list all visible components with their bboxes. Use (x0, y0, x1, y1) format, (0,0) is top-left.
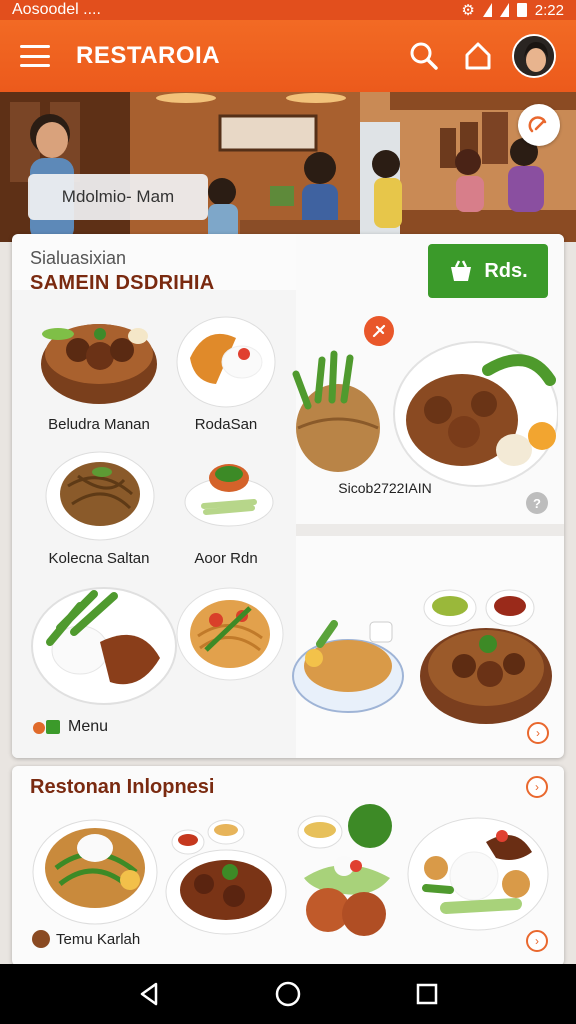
app-title: RESTAROIA (76, 42, 221, 69)
status-time: 2:22 (534, 1, 564, 19)
battery-icon (516, 3, 527, 17)
menu-link-label: Menu (68, 718, 109, 735)
dish-image-satay-plate (165, 819, 287, 935)
dish-image-salad-noodle (32, 819, 158, 925)
restaurant-card-title: Restonan Inlopnesi (30, 776, 215, 798)
system-nav-bar (0, 964, 576, 1024)
more-button[interactable]: › (527, 722, 549, 744)
dish-label: Beludra Manan (48, 416, 150, 433)
location-icon (32, 930, 50, 948)
featured-card: Sialuasixian SAMEIN DSDRIHIA Rds. Beludr… (12, 234, 564, 758)
order-button[interactable]: Rds. (428, 244, 548, 298)
dish-image-fritter (297, 804, 392, 936)
divider (296, 524, 564, 536)
dish-label: Kolecna Saltan (48, 550, 150, 567)
restaurant-footer-label: Temu Karlah (56, 930, 141, 948)
featured-dish-image (292, 341, 558, 487)
dish-label: RodaSan (194, 416, 258, 433)
signal-icon (499, 3, 509, 17)
menu-food-icon (33, 720, 60, 734)
card-subtitle: Sialuasixian (30, 248, 127, 268)
dish-label: Aoor Rdn (194, 550, 258, 567)
restaurant-card: Restonan Inlopnesi › Temu Karlah › (12, 766, 564, 966)
dish-image-rice-platter (407, 817, 549, 931)
app-bar: RESTAROIA (0, 20, 576, 92)
wifi-icon (482, 3, 492, 17)
info-icon[interactable]: ? (526, 492, 548, 514)
restaurant-more-button[interactable]: › (526, 776, 548, 798)
hero-caption: Mdolmio- Mam (28, 174, 208, 220)
restaurant-footer: Temu Karlah (32, 930, 140, 948)
dish-image-aoor (184, 464, 274, 527)
recents-icon[interactable] (403, 970, 451, 1018)
dish-image-rodasan (176, 316, 276, 408)
featured-caption: Sicob2722IAIN (338, 480, 432, 496)
home-icon[interactable] (458, 36, 498, 76)
dish-image-beludra (41, 324, 157, 404)
basket-icon (451, 260, 472, 281)
order-button-label: Rds. (484, 259, 528, 282)
menu-link[interactable]: Menu (32, 718, 108, 736)
dish-image-beef-bowl (420, 589, 552, 724)
status-bar: Aosoodel .... ⚙ 2:22 (0, 0, 576, 20)
search-icon[interactable] (404, 36, 444, 76)
dish-image-kolecna (45, 451, 155, 541)
hamburger-icon[interactable] (20, 45, 50, 67)
edit-icon[interactable] (518, 104, 560, 146)
dish-image-fried-rice (292, 620, 404, 713)
dish-image-noodles (176, 587, 284, 681)
card-title: SAMEIN DSDRIHIA (30, 272, 215, 294)
avatar[interactable] (512, 34, 556, 78)
settings-status-icon: ⚙ (461, 2, 475, 19)
hero-banner: Mdolmio- Mam (0, 92, 576, 242)
home-circle-icon[interactable] (264, 970, 312, 1018)
restaurant-next-button[interactable]: › (526, 930, 548, 952)
dish-image-rice-chicken (31, 587, 177, 705)
status-icons: ⚙ 2:22 (461, 1, 564, 20)
back-icon[interactable] (125, 970, 173, 1018)
status-carrier: Aosoodel .... (12, 1, 101, 18)
